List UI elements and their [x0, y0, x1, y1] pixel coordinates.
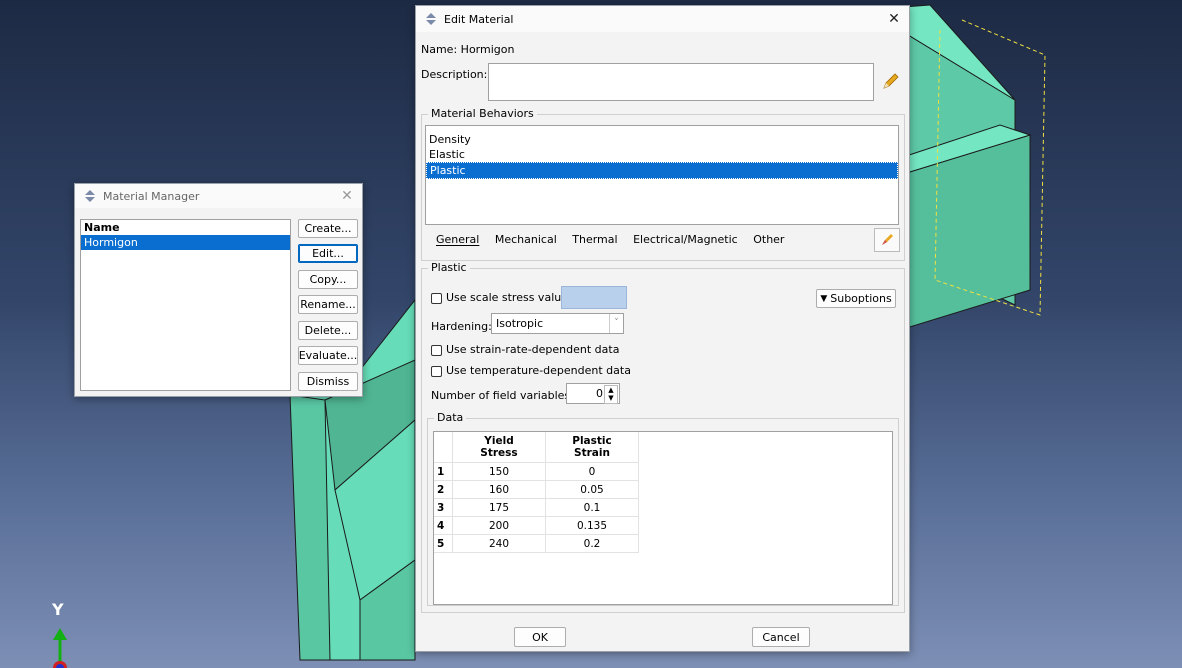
menu-mechanical[interactable]: Mechanical — [495, 233, 557, 246]
table-cell[interactable]: 0.1 — [545, 498, 639, 517]
description-label: Description: — [421, 68, 488, 81]
field-variables-spinner[interactable]: 0 ▲ ▼ — [566, 383, 620, 404]
name-label: Name: Hormigon — [421, 43, 515, 56]
edit-material-titlebar[interactable]: Edit Material ✕ — [416, 6, 909, 32]
table-row: 3 175 0.1 — [434, 498, 639, 517]
dismiss-button[interactable]: Dismiss — [298, 372, 358, 391]
list-item[interactable]: Hormigon — [81, 235, 290, 250]
use-scale-stress-checkbox[interactable] — [431, 292, 442, 304]
spinner-arrows-icon[interactable]: ▲ ▼ — [604, 385, 618, 404]
list-item[interactable]: Elastic — [426, 147, 898, 162]
material-behaviors-label: Material Behaviors — [428, 107, 537, 120]
data-table[interactable]: Yield Stress Plastic Strain 1 150 0 2 160 … — [434, 432, 639, 553]
menu-electrical-magnetic[interactable]: Electrical/Magnetic — [633, 233, 738, 246]
yield-stress-header: Yield Stress — [452, 432, 546, 463]
table-cell[interactable]: 0.2 — [545, 534, 639, 553]
table-row: 4 200 0.135 — [434, 516, 639, 535]
table-cell[interactable]: 160 — [452, 480, 546, 499]
table-cell[interactable]: 0.05 — [545, 480, 639, 499]
table-row: 2 160 0.05 — [434, 480, 639, 499]
create-button[interactable]: Create... — [298, 219, 358, 238]
plastic-label: Plastic — [428, 261, 470, 274]
data-table-container[interactable]: Yield Stress Plastic Strain 1 150 0 2 160 … — [433, 431, 893, 605]
menu-other[interactable]: Other — [753, 233, 784, 246]
eraser-icon — [882, 234, 893, 245]
material-list[interactable]: Name Hormigon — [80, 219, 291, 391]
list-item[interactable]: Plastic — [426, 162, 898, 179]
cancel-button[interactable]: Cancel — [752, 627, 810, 647]
material-manager-title: Material Manager — [103, 189, 200, 203]
use-scale-stress-option[interactable]: Use scale stress value: — [431, 291, 572, 304]
table-cell[interactable]: 0.135 — [545, 516, 639, 535]
plastic-strain-header: Plastic Strain — [545, 432, 639, 463]
menu-general[interactable]: General — [436, 233, 479, 246]
field-variables-label: Number of field variables: — [431, 389, 574, 402]
suboptions-button[interactable]: ▼ Suboptions — [816, 289, 896, 308]
edit-material-dialog: Edit Material ✕ Name: Hormigon Descripti… — [415, 5, 910, 652]
close-icon[interactable]: ✕ — [332, 184, 362, 208]
material-manager-dialog: Material Manager ✕ Name Hormigon Create.… — [74, 183, 363, 397]
hardening-label: Hardening: — [431, 320, 492, 333]
abaqus-icon — [85, 190, 95, 202]
rename-button[interactable]: Rename... — [298, 295, 358, 314]
material-name: Hormigon — [460, 43, 515, 56]
delete-button[interactable]: Delete... — [298, 321, 358, 340]
table-cell[interactable]: 175 — [452, 498, 546, 517]
behavior-menu-bar: General Mechanical Thermal Electrical/Ma… — [436, 233, 796, 246]
chevron-down-icon: ˅ — [609, 314, 623, 333]
table-cell[interactable]: 150 — [452, 462, 546, 481]
menu-thermal[interactable]: Thermal — [572, 233, 617, 246]
pencil-icon[interactable] — [880, 72, 900, 92]
copy-button[interactable]: Copy... — [298, 270, 358, 289]
edit-button[interactable]: Edit... — [298, 244, 358, 263]
table-row: 5 240 0.2 — [434, 534, 639, 553]
data-label: Data — [434, 411, 467, 424]
description-input[interactable] — [488, 63, 874, 101]
table-cell[interactable]: 200 — [452, 516, 546, 535]
table-cell[interactable]: 0 — [545, 462, 639, 481]
table-header-row: Yield Stress Plastic Strain — [434, 432, 639, 463]
material-manager-titlebar[interactable]: Material Manager ✕ — [75, 184, 362, 208]
strain-rate-checkbox[interactable] — [431, 344, 442, 356]
ok-button[interactable]: OK — [514, 627, 566, 647]
hardening-select[interactable]: Isotropic ˅ — [491, 313, 624, 334]
delete-behavior-button[interactable] — [874, 228, 900, 252]
behaviors-list[interactable]: Density Elastic Plastic — [425, 125, 899, 225]
name-column-header: Name — [84, 221, 120, 234]
scale-stress-input[interactable] — [561, 286, 627, 309]
caret-down-icon: ▼ — [820, 293, 828, 304]
temperature-option[interactable]: Use temperature-dependent data — [431, 364, 631, 377]
abaqus-icon — [426, 13, 436, 25]
y-axis-label: Y — [52, 600, 64, 619]
close-icon[interactable]: ✕ — [879, 7, 909, 31]
temperature-checkbox[interactable] — [431, 365, 442, 377]
list-item[interactable]: Density — [426, 132, 898, 147]
edit-material-title: Edit Material — [444, 12, 514, 26]
table-row: 1 150 0 — [434, 462, 639, 481]
evaluate-button[interactable]: Evaluate... — [298, 346, 358, 365]
table-cell[interactable]: 240 — [452, 534, 546, 553]
strain-rate-option[interactable]: Use strain-rate-dependent data — [431, 343, 619, 356]
